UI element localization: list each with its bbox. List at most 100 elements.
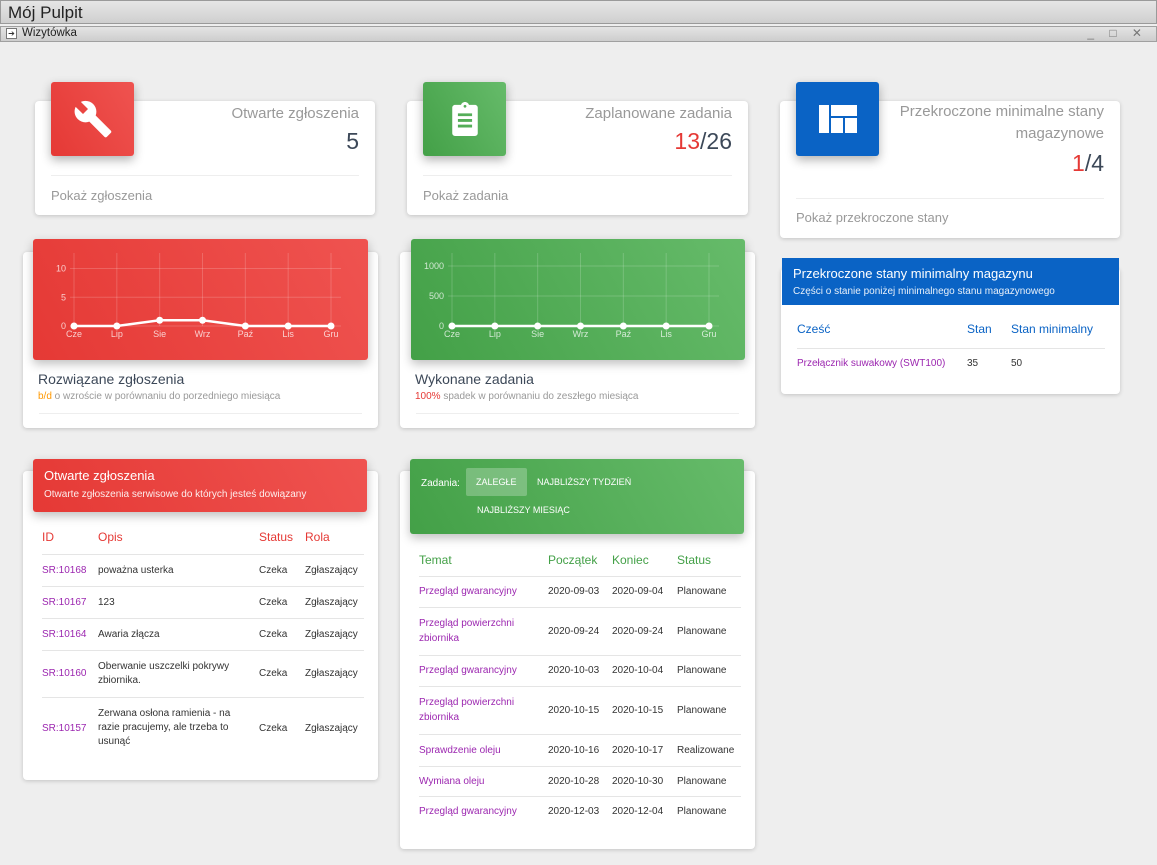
tickets-panel-header: Otwarte zgłoszenia Otwarte zgłoszenia se… [33,459,367,512]
table-row[interactable]: Przegląd gwarancyjny 2020-12-03 2020-12-… [419,795,741,826]
task-link[interactable]: Wymiana oleju [419,765,548,796]
task-start: 2020-09-24 [548,606,612,655]
ticket-id-link[interactable]: SR:10157 [42,696,98,759]
data-point [705,322,713,330]
show-stock-link[interactable]: Pokaż przekroczone stany [796,210,948,225]
table-row[interactable]: SR:10168 poważna usterka Czeka Zgłaszają… [42,553,364,586]
table-row[interactable]: Wymiana oleju 2020-10-28 2020-10-30 Plan… [419,765,741,796]
ticket-status: Czeka [259,617,305,650]
x-tick-label: Paź [238,329,254,339]
table-row[interactable]: Sprawdzenie oleju 2020-10-16 2020-10-17 … [419,733,741,766]
task-end: 2020-12-04 [612,795,677,826]
x-tick-label: Lip [489,329,501,339]
table-row[interactable]: SR:10164 Awaria złącza Czeka Zgłaszający [42,617,364,650]
ticket-id-link[interactable]: SR:10168 [42,553,98,586]
task-start: 2020-10-16 [548,733,612,766]
ticket-role: Zgłaszający [305,696,364,759]
data-point [327,322,335,330]
y-tick-label: 10 [56,264,66,274]
show-tickets-link[interactable]: Pokaż zgłoszenia [51,188,152,203]
x-tick-label: Lip [111,329,123,339]
data-point [619,322,627,330]
data-point [491,322,499,330]
task-link[interactable]: Przegląd gwarancyjny [419,575,548,607]
col-min: Stan minimalny [1011,321,1094,336]
x-tick-label: Wrz [573,329,589,339]
col-id: ID [42,530,54,545]
tasks-label: Zadania: [421,478,460,489]
tasks-table: Temat Początek Koniec Status Przegląd gw… [419,545,741,826]
col-desc: Opis [98,530,123,545]
x-tick-label: Gru [701,329,716,339]
task-link[interactable]: Przegląd gwarancyjny [419,795,548,826]
ticket-id-link[interactable]: SR:10160 [42,649,98,697]
ticket-id-link[interactable]: SR:10167 [42,585,98,618]
table-row[interactable]: Przełącznik suwakowy (SWT100) 35 50 [797,347,1105,378]
clipboard-icon [423,82,506,156]
y-tick-label: 1000 [424,261,444,271]
ticket-status: Czeka [259,649,305,697]
pin-icon[interactable]: ➔ [6,28,17,39]
stat-value: 13/26 [674,128,732,154]
col-stan: Stan [967,321,992,336]
task-end: 2020-10-30 [612,765,677,796]
data-point [577,322,584,330]
ticket-status: Czeka [259,585,305,618]
part-link[interactable]: Przełącznik suwakowy (SWT100) [797,347,967,378]
ticket-desc: Zerwana osłona ramienia - na razie pracu… [98,696,259,759]
task-status: Planowane [677,765,741,796]
col-status: Status [259,530,294,545]
x-tick-label: Paź [616,329,632,339]
ticket-role: Zgłaszający [305,585,364,618]
stat-value: 5 [346,128,359,154]
ticket-id-link[interactable]: SR:10164 [42,617,98,650]
task-status: Planowane [677,795,741,826]
tab-next-month[interactable]: NAJBLIŻSZY MIESIĄC [467,496,580,524]
col-part: Cześć [797,321,831,336]
table-row[interactable]: Przegląd powierzchni zbiornika 2020-10-1… [419,685,741,734]
task-start: 2020-10-28 [548,765,612,796]
panel-subtitle: Części o stanie poniżej minimalnego stan… [793,286,1055,297]
tasks-panel-header: Zadania: ZALEGŁE NAJBLIŻSZY TYDZIEŃ NAJB… [410,459,744,534]
task-status: Planowane [677,575,741,607]
tickets-panel: ID Opis Status Rola SR:10168 poważna ust… [23,471,378,780]
x-tick-label: Sie [153,329,166,339]
tab-next-week[interactable]: NAJBLIŻSZY TYDZIEŃ [527,468,641,496]
table-row[interactable]: SR:10157 Zerwana osłona ramienia - na ra… [42,696,364,759]
col-start: Początek [548,553,598,568]
col-topic: Temat [419,553,452,568]
task-status: Planowane [677,685,741,734]
stat-title: Przekroczone minimalne stany magazynowe [899,103,1104,142]
chart-resolved: 0 5 10 Cze Lip Sie Wrz Paź Lis Gru [33,239,368,360]
chart-title: Rozwiązane zgłoszenia [38,371,185,387]
task-link[interactable]: Przegląd powierzchni zbiornika [419,606,548,655]
table-row[interactable]: Przegląd gwarancyjny 2020-10-03 2020-10-… [419,654,741,686]
x-tick-label: Gru [323,329,338,339]
task-link[interactable]: Przegląd gwarancyjny [419,654,548,686]
x-tick-label: Lis [282,329,294,339]
dashboard-icon [796,82,879,156]
x-tick-label: Cze [66,329,82,339]
tab-overdue[interactable]: ZALEGŁE [466,468,527,496]
show-tasks-link[interactable]: Pokaż zadania [423,188,508,203]
table-row[interactable]: SR:10160 Oberwanie uszczelki pokrywy zbi… [42,649,364,697]
task-end: 2020-09-24 [612,606,677,655]
table-row[interactable]: SR:10167 123 Czeka Zgłaszający [42,585,364,618]
task-link[interactable]: Przegląd powierzchni zbiornika [419,685,548,734]
window-controls[interactable]: _ □ ✕ [1087,26,1148,40]
chart-title: Wykonane zadania [415,371,534,387]
task-link[interactable]: Sprawdzenie oleju [419,733,548,766]
x-tick-label: Wrz [195,329,211,339]
window-tab[interactable]: ➔ Wizytówka _ □ ✕ [0,26,1157,42]
data-point [113,322,121,330]
ticket-desc: 123 [98,585,259,618]
data-point [534,322,542,330]
task-start: 2020-09-03 [548,575,612,607]
task-status: Realizowane [677,733,741,766]
table-row[interactable]: Przegląd gwarancyjny 2020-09-03 2020-09-… [419,575,741,607]
table-row[interactable]: Przegląd powierzchni zbiornika 2020-09-2… [419,606,741,655]
stat-value: 1/4 [1072,150,1104,176]
chart-done: 0 500 1000 Cze Lip Sie Wrz Paź Lis Gru [411,239,745,360]
task-status: Planowane [677,654,741,686]
data-point [199,316,206,324]
